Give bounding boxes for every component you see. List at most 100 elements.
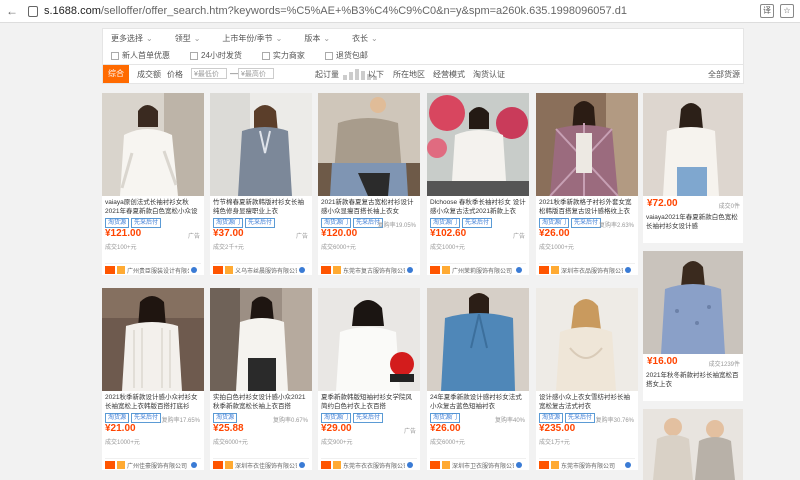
product-image[interactable] (102, 288, 204, 391)
shop-row[interactable]: 广州贵臣服装设计有限公司 (105, 263, 201, 275)
chat-icon[interactable] (625, 462, 631, 468)
product-title[interactable]: 竹节棉春夏新款韩版衬衫女长袖纯色修身显瘦职业上衣 (213, 198, 309, 216)
chat-icon[interactable] (299, 267, 305, 273)
product-card[interactable]: vaiaya原创法式长袖衬衫女秋2021年春夏新款白色宽松小众设计感衬衣 淘货源… (102, 93, 204, 275)
chat-icon[interactable] (407, 462, 413, 468)
product-image[interactable] (318, 93, 420, 196)
chat-icon[interactable] (191, 267, 197, 273)
shop-row[interactable]: 深圳市卫衣服饰有限公司 (430, 458, 526, 470)
checkbox-box[interactable] (261, 51, 270, 60)
filter-mode[interactable]: 经营模式 (433, 69, 465, 80)
product-image[interactable] (210, 288, 312, 391)
shop-row[interactable]: 东莞市衣衣服饰有限公司 (321, 458, 417, 470)
product-title[interactable]: 实拍白色衬衫女设计感小众2021秋季新款宽松长袖上衣百搭 (213, 393, 309, 411)
chat-icon[interactable] (191, 462, 197, 468)
address-bar[interactable]: ← s.1688.com/selloffer/offer_search.htm?… (0, 0, 800, 23)
shop-row[interactable]: 广州佳豪服饰有限公司 (105, 458, 201, 470)
shop-name[interactable]: 广州茉莉服饰有限公司 (452, 266, 514, 275)
checkbox-box[interactable] (111, 51, 119, 60)
chat-icon[interactable] (625, 267, 631, 273)
product-card[interactable]: 竹节棉春夏新款韩版衬衫女长袖纯色修身显瘦职业上衣 淘货源门 先采后付 ¥37.00… (210, 93, 312, 275)
checkbox-box[interactable] (324, 51, 333, 60)
sort-price[interactable]: 价格 (167, 69, 183, 80)
product-card[interactable]: 2021新款春夏复古宽松衬衫设计感小众显瘦百搭长袖上衣女 淘货源门 先采后付 ¥1… (318, 93, 420, 275)
product-title[interactable]: 24年夏季新款设计感衬衫女法式小众复古蓝色短袖衬衣 (430, 393, 526, 411)
product-title[interactable]: vaiaya原创法式长袖衬衫女秋2021年春夏新款白色宽松小众设计感衬衣 (105, 198, 201, 216)
product-image[interactable] (643, 409, 743, 480)
product-card[interactable]: 设计感小众上衣女雪纺衬衫长袖宽松复古法式衬衣 淘货源 先采后付 ¥235.00 复… (536, 288, 638, 470)
price-max-input[interactable]: ¥最高价 (238, 68, 274, 79)
product-image[interactable] (210, 93, 312, 196)
shop-badge-icon (539, 266, 549, 274)
shop-row[interactable]: 深圳市衣品服饰有限公司 (539, 263, 635, 275)
product-card[interactable]: 实拍白色衬衫女设计感小众2021秋季新款宽松长袖上衣百搭 淘货源 ¥25.88 … (210, 288, 312, 470)
product-card[interactable]: Dlchoose 春秋季长袖衬衫女 设计感小众复古法式2021新款上衣 淘货源门… (427, 93, 529, 275)
shop-row[interactable]: 义乌市丝晨服饰有限公司 (213, 263, 309, 275)
product-card[interactable]: 夏季新款韩版短袖衬衫女学院风简约白色衬衣上衣百搭 淘货源门 先采后付 ¥29.00… (318, 288, 420, 470)
filter-location[interactable]: 所在地区 (393, 69, 425, 80)
product-image[interactable] (102, 93, 204, 196)
product-title[interactable]: 2021秋季新款设计感小众衬衫女长袖宽松上衣韩版百搭打底衫 (105, 393, 201, 411)
shop-row[interactable]: 东莞市复古服饰有限公司 (321, 263, 417, 275)
product-title[interactable]: 2021新款春夏复古宽松衬衫设计感小众显瘦百搭长袖上衣女 (321, 198, 417, 216)
bookmark-icon[interactable]: ☆ (780, 4, 794, 18)
checkbox-box[interactable] (190, 51, 198, 60)
chat-icon[interactable] (516, 462, 522, 468)
filter-length[interactable]: 衣长 (352, 33, 378, 44)
shop-name[interactable]: 东莞市衣衣服饰有限公司 (343, 461, 405, 470)
shop-name[interactable]: 深圳市卫衣服饰有限公司 (452, 461, 514, 470)
sort-sales[interactable]: 成交额 (137, 69, 161, 80)
filter-collar[interactable]: 领型 (175, 33, 201, 44)
shop-name[interactable]: 深圳市衣佳服饰有限公司 (235, 461, 297, 470)
shop-name[interactable]: 东莞市服饰有限公司 (561, 461, 623, 470)
repurchase-rate: 复购率30.76% (595, 418, 634, 424)
product-card[interactable]: 24年夏季新款设计感衬衫女法式小众复古蓝色短袖衬衣 淘货源门 ¥26.00 复购… (427, 288, 529, 470)
shop-name[interactable]: 深圳市衣品服饰有限公司 (561, 266, 623, 275)
translate-icon[interactable]: 译 (760, 4, 774, 18)
product-title[interactable]: vaiaya2021年春夏新款白色宽松长袖衬衫女设计感 (646, 213, 741, 231)
shop-badge-icon (430, 461, 440, 469)
shop-row[interactable]: 东莞市服饰有限公司 (539, 458, 635, 470)
filter-certify[interactable]: 淘货认证 (473, 69, 505, 80)
product-image[interactable] (643, 251, 743, 354)
product-title[interactable]: 2021年秋冬新款衬衫长袖宽松百搭女上衣 (646, 371, 741, 389)
side-product-card[interactable]: ¥72.00 成交0件 vaiaya2021年春夏新款白色宽松长袖衬衫女设计感 (643, 93, 743, 243)
product-title[interactable]: Dlchoose 春秋季长袖衬衫女 设计感小众复古法式2021新款上衣 (430, 198, 526, 216)
side-product-card[interactable]: ¥16.00 成交1239件 2021年秋冬新款衬衫长袖宽松百搭女上衣 (643, 251, 743, 401)
ad-label: 广告 (187, 234, 200, 240)
sort-comprehensive[interactable]: 综合 (103, 65, 129, 83)
chat-icon[interactable] (299, 462, 305, 468)
shop-row[interactable]: 广州茉莉服饰有限公司 (430, 263, 526, 275)
product-image[interactable] (643, 93, 743, 196)
chat-icon[interactable] (516, 267, 522, 273)
product-card[interactable]: 2021秋季新款格子衬衫外套女宽松韩版百搭复古设计感格纹上衣 淘货源门 先采后付 … (536, 93, 638, 275)
filter-version[interactable]: 版本 (304, 33, 330, 44)
checkbox-24h[interactable]: 24小时发货 (190, 50, 242, 61)
chat-icon[interactable] (407, 267, 413, 273)
side-product-card[interactable] (643, 409, 743, 480)
shop-name[interactable]: 东莞市复古服饰有限公司 (343, 266, 405, 275)
product-card[interactable]: 2021秋季新款设计感小众衬衫女长袖宽松上衣韩版百搭打底衫 淘货源 先采后付 ¥2… (102, 288, 204, 470)
product-title[interactable]: 2021秋季新款格子衬衫外套女宽松韩版百搭复古设计感格纹上衣 (539, 198, 635, 216)
product-image[interactable] (536, 93, 638, 196)
url-host: s.1688.com (44, 5, 101, 17)
product-image[interactable] (427, 93, 529, 196)
product-image[interactable] (536, 288, 638, 391)
product-image[interactable] (318, 288, 420, 391)
shop-name[interactable]: 义乌市丝晨服饰有限公司 (235, 266, 297, 275)
url-text[interactable]: s.1688.com/selloffer/offer_search.htm?ke… (44, 5, 627, 17)
shop-row[interactable]: 深圳市衣佳服饰有限公司 (213, 458, 309, 470)
shop-name[interactable]: 广州佳豪服饰有限公司 (127, 461, 189, 470)
back-arrow-icon[interactable]: ← (6, 4, 18, 18)
product-title[interactable]: 设计感小众上衣女雪纺衬衫长袖宽松复古法式衬衣 (539, 393, 635, 411)
price-min-input[interactable]: ¥最低价 (191, 68, 227, 79)
filter-season[interactable]: 上市年份/季节 (222, 33, 282, 44)
checkbox-strong-seller[interactable]: 实力商家 (261, 50, 305, 61)
filter-more[interactable]: 更多选择 (111, 33, 153, 44)
shop-name[interactable]: 广州贵臣服装设计有限公司 (127, 266, 189, 275)
all-shops[interactable]: 全部货源 (708, 69, 740, 80)
checkbox-new-user[interactable]: 新人首单优惠 (111, 50, 170, 61)
checkbox-free-return[interactable]: 退货包邮 (324, 50, 368, 61)
product-image[interactable] (427, 288, 529, 391)
product-title[interactable]: 夏季新款韩版短袖衬衫女学院风简约白色衬衣上衣百搭 (321, 393, 417, 411)
